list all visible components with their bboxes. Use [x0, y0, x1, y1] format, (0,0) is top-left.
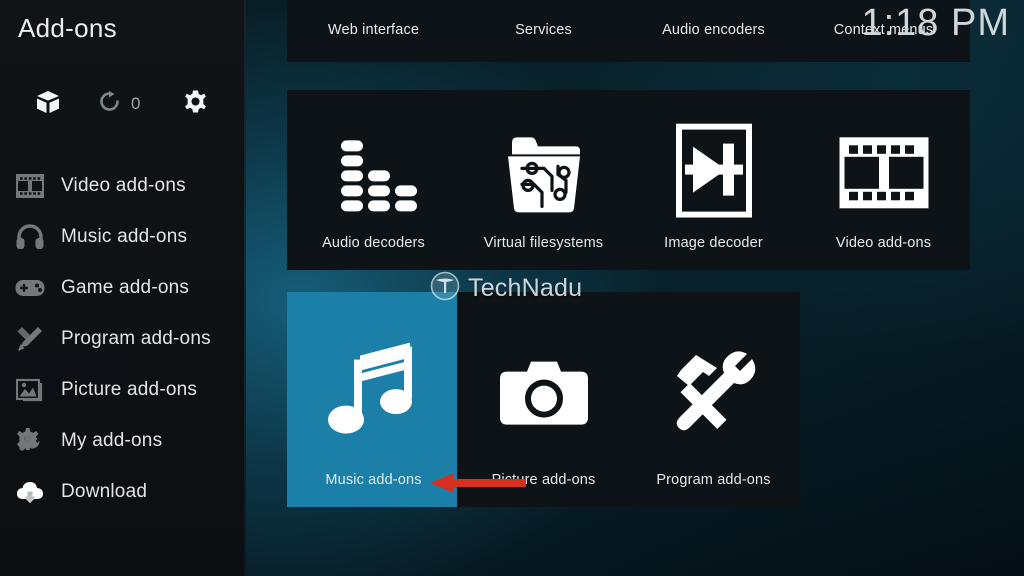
gear-icon	[183, 89, 208, 119]
pencil-ruler-icon	[12, 324, 48, 354]
tile-program-add-ons[interactable]: Program add-ons	[627, 292, 800, 507]
tile-label: Audio decoders	[322, 235, 425, 251]
refresh-icon	[98, 90, 121, 118]
gear-wrench-icon	[12, 426, 48, 456]
sidebar-item-my-add-ons[interactable]: My add-ons	[0, 415, 246, 466]
update-count: 0	[131, 94, 141, 113]
tile-label: Services	[515, 22, 572, 38]
cloud-download-icon	[12, 477, 48, 507]
sidebar-item-label: Game add-ons	[61, 276, 190, 298]
tile-services[interactable]: Services	[457, 0, 630, 62]
headphones-icon	[12, 222, 48, 252]
sidebar-menu: Video add-ons Music add-ons Game add-ons…	[0, 160, 246, 517]
clock: 1:18 PM	[861, 2, 1010, 44]
sidebar-item-game-add-ons[interactable]: Game add-ons	[0, 262, 246, 313]
check-for-updates-button[interactable]: 0	[98, 84, 140, 124]
image-decoder-icon	[675, 123, 752, 218]
sidebar-item-program-add-ons[interactable]: Program add-ons	[0, 313, 246, 364]
install-from-repository-button[interactable]	[35, 84, 61, 124]
tile-web-interface[interactable]: Web interface	[287, 0, 460, 62]
tile-label: Music add-ons	[325, 472, 422, 488]
tile-label: Web interface	[327, 22, 420, 38]
sidebar-item-picture-add-ons[interactable]: Picture add-ons	[0, 364, 246, 415]
kodi-addons-screen: Web interface Services Audio encoders Co…	[0, 0, 1024, 576]
header-toolbar: 0	[0, 84, 246, 126]
camera-icon	[498, 355, 590, 429]
hammer-wrench-icon	[669, 346, 759, 436]
tile-image-decoder[interactable]: Image decoder	[627, 90, 800, 270]
film-strip-icon	[12, 171, 48, 201]
tile-label: Audio encoders	[662, 22, 765, 38]
package-box-icon	[35, 89, 61, 120]
film-strip-icon	[839, 137, 929, 209]
tile-video-add-ons[interactable]: Video add-ons	[797, 90, 970, 270]
sidebar-item-label: Video add-ons	[61, 174, 186, 196]
page-title: Add-ons	[18, 13, 117, 43]
gamepad-icon	[12, 273, 48, 303]
sidebar-item-label: Picture add-ons	[61, 378, 198, 400]
left-arrow-annotation	[430, 472, 526, 494]
tile-label: Video add-ons	[835, 235, 932, 251]
tile-audio-decoders[interactable]: Audio decoders	[287, 90, 460, 270]
sidebar-item-music-add-ons[interactable]: Music add-ons	[0, 211, 246, 262]
watermark-text: TechNadu	[468, 274, 583, 302]
sidebar-item-label: My add-ons	[61, 429, 163, 451]
picture-frame-icon	[12, 375, 48, 405]
tile-virtual-filesystems[interactable]: Virtual filesystems	[457, 90, 630, 270]
sidebar-item-video-add-ons[interactable]: Video add-ons	[0, 160, 246, 211]
tile-label: Image decoder	[664, 235, 763, 251]
circuit-folder-icon	[498, 128, 590, 214]
equalizer-icon	[331, 128, 417, 214]
settings-button[interactable]	[183, 84, 208, 124]
tile-audio-encoders[interactable]: Audio encoders	[627, 0, 800, 62]
watermark: TechNadu	[430, 271, 582, 306]
tile-label: Program add-ons	[656, 472, 771, 488]
sidebar-item-label: Music add-ons	[61, 225, 188, 247]
sidebar: Add-ons 0 Video add-ons Music add-ons Ga…	[0, 0, 246, 576]
sidebar-item-download[interactable]: Download	[0, 466, 246, 517]
music-note-icon	[327, 337, 420, 441]
sidebar-item-label: Program add-ons	[61, 327, 211, 349]
sidebar-item-label: Download	[61, 480, 148, 502]
technadu-logo-icon	[430, 271, 460, 306]
tile-label: Virtual filesystems	[483, 235, 604, 251]
